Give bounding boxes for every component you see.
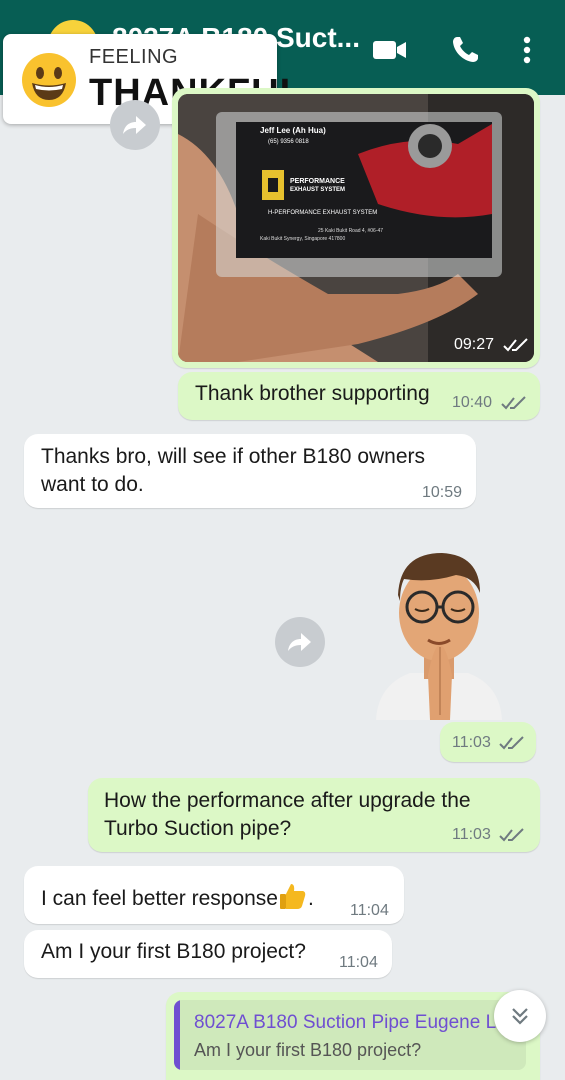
message-time: 11:04 (339, 954, 378, 971)
chevron-double-down-icon (512, 1008, 528, 1025)
message-time: 11:03 (452, 734, 525, 752)
quote-accent-bar (174, 1000, 180, 1070)
quoted-message[interactable]: 8027A B180 Suction Pipe Eugene Li Am I y… (174, 1000, 526, 1070)
quoted-sender: 8027A B180 Suction Pipe Eugene Li (194, 1012, 501, 1033)
message-text-line-1: How the performance after upgrade the (104, 789, 471, 812)
card-brand-2: EXHAUST SYSTEM (290, 187, 346, 193)
read-receipt-icon (500, 396, 526, 410)
forward-button[interactable] (110, 100, 160, 150)
incoming-message[interactable]: Am I your first B180 project? 11:04 (24, 930, 392, 978)
phone-icon[interactable] (447, 34, 483, 66)
message-text: I can feel better response. (41, 881, 314, 913)
business-card-photo[interactable]: Jeff Lee (Ah Hua) (65) 9356 0818 PERFORM… (178, 94, 534, 362)
more-options-icon[interactable] (515, 34, 539, 66)
message-text-line-2: Turbo Suction pipe? (104, 817, 292, 840)
video-call-icon[interactable] (372, 34, 408, 66)
message-time: 10:40 (452, 394, 527, 412)
card-address-1: 25 Kaki Bukit Road 4, #06-47 (318, 228, 384, 234)
message-time: 11:03 (452, 826, 525, 844)
read-receipt-icon (502, 338, 528, 352)
forward-button[interactable] (275, 617, 325, 667)
read-receipt-icon (499, 828, 525, 842)
incoming-message[interactable]: I can feel better response. 11:04 (24, 866, 404, 924)
message-time: 10:59 (422, 484, 463, 501)
card-phone: (65) 9356 0818 (268, 139, 309, 145)
forward-arrow-icon (288, 633, 311, 651)
card-address-2: Kaki Bukit Synergy, Singapore 417800 (260, 236, 346, 242)
card-facebook: H-PERFORMANCE EXHAUST SYSTEM (268, 210, 378, 216)
message-text-line-1: Thanks bro, will see if other B180 owner… (41, 445, 426, 468)
read-receipt-icon (499, 736, 525, 750)
outgoing-message[interactable]: Thank brother supporting 10:40 (178, 372, 540, 420)
card-name: Jeff Lee (Ah Hua) (260, 126, 326, 135)
message-time: 11:04 (350, 902, 389, 919)
scroll-to-bottom-button[interactable] (494, 990, 546, 1042)
memoji-praying-sticker[interactable] (370, 545, 508, 720)
message-text-line-2: want to do. (41, 473, 144, 496)
thumbs-up-icon (279, 884, 306, 909)
message-time: 09:27 (454, 336, 529, 354)
card-brand-1: PERFORMANCE (290, 178, 345, 185)
message-text: Thank brother supporting (195, 382, 430, 405)
incoming-message[interactable]: Thanks bro, will see if other B180 owner… (24, 434, 476, 508)
sticker-time-bubble: 11:03 (440, 722, 536, 762)
smiley-face-icon (22, 53, 76, 107)
quoted-text: Am I your first B180 project? (194, 1040, 422, 1060)
feeling-label: FEELING (89, 46, 179, 68)
forward-arrow-icon (123, 116, 146, 134)
message-text: Am I your first B180 project? (41, 940, 306, 963)
outgoing-message[interactable]: How the performance after upgrade the Tu… (88, 778, 540, 852)
